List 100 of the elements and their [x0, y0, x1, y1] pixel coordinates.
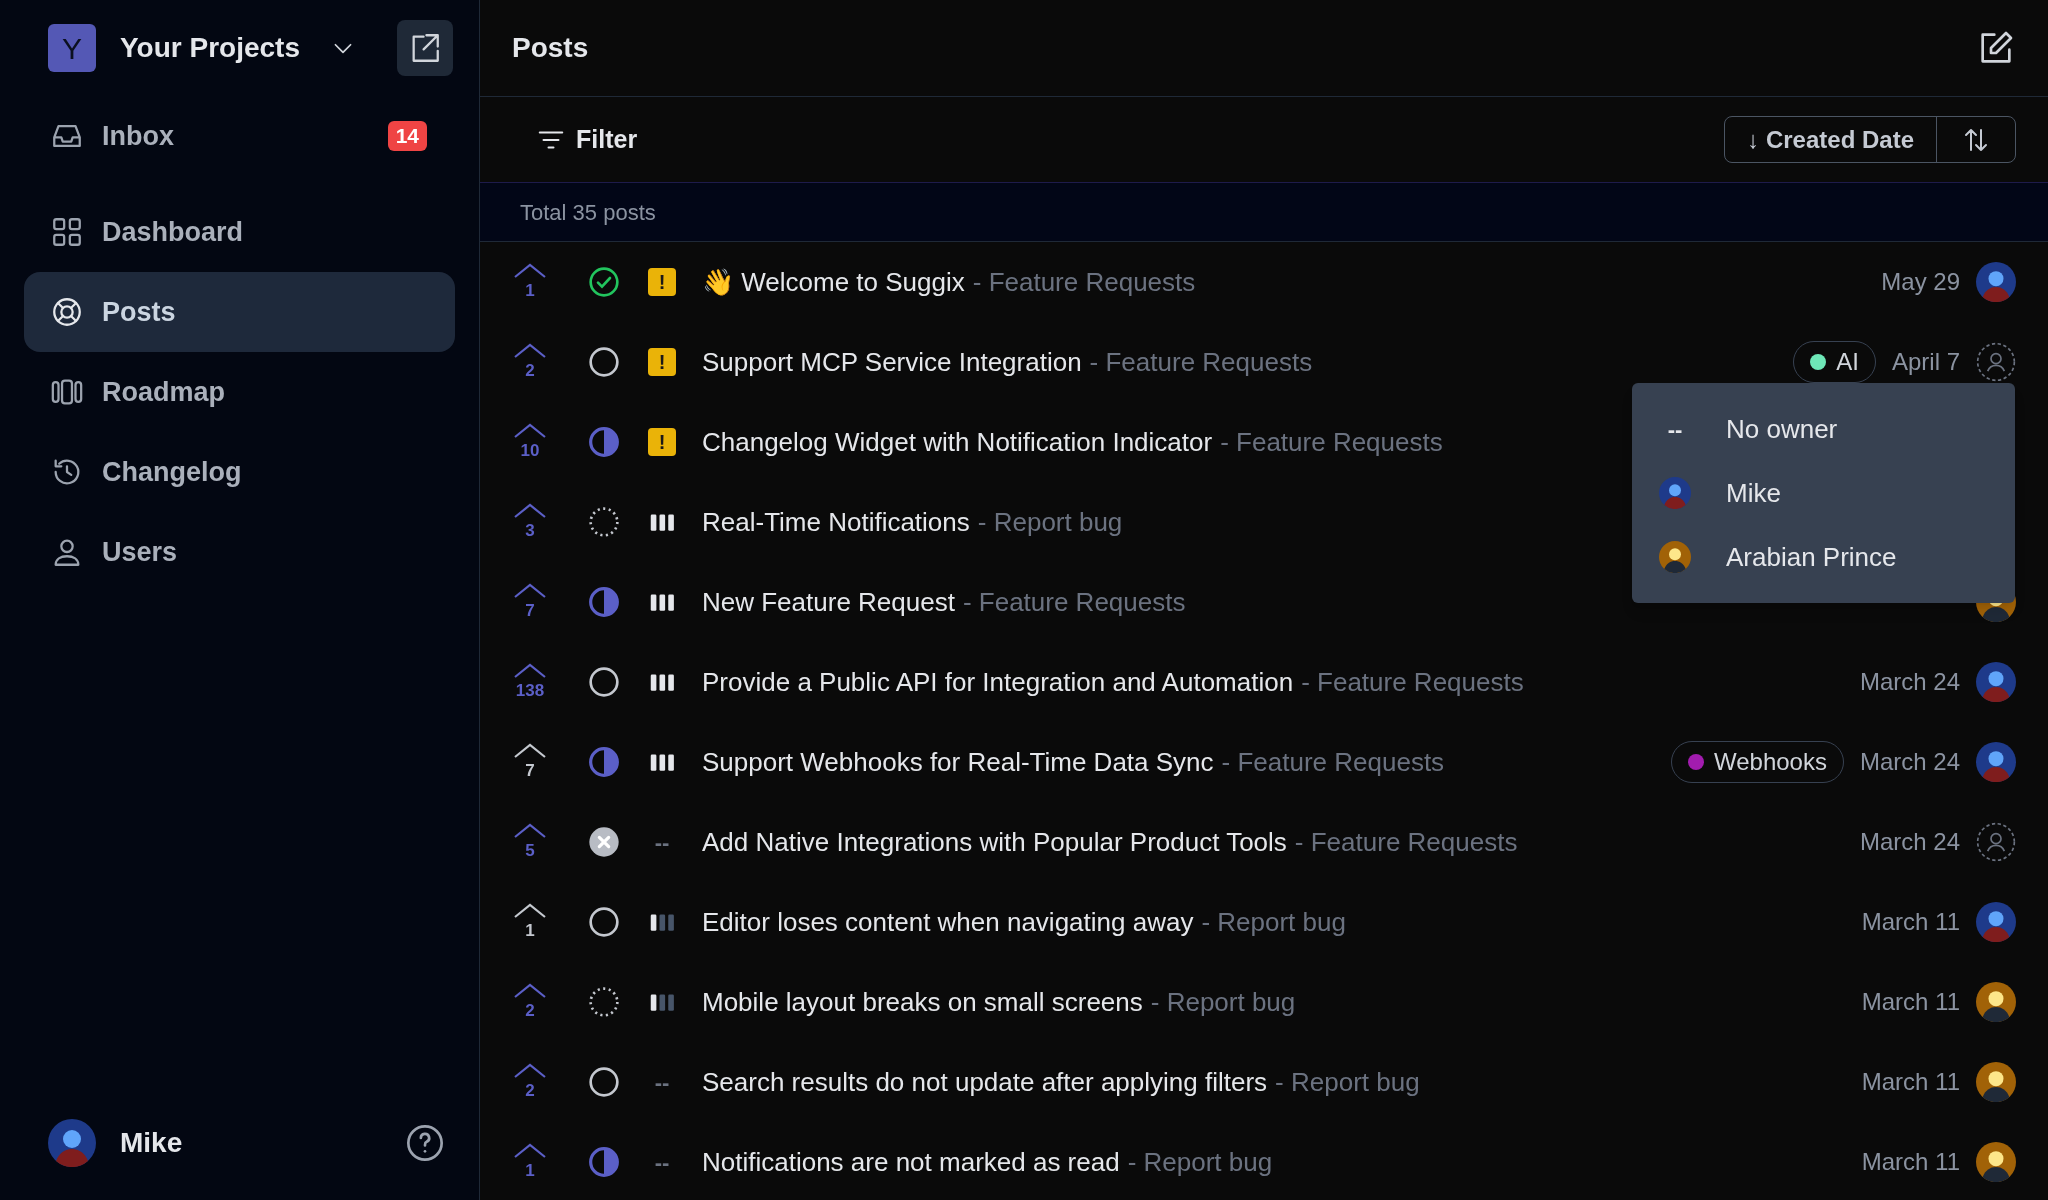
urgent-priority[interactable]: !: [648, 348, 676, 376]
post-category: - Report bug: [1127, 1145, 1273, 1179]
no-priority[interactable]: --: [654, 1145, 670, 1179]
post-title[interactable]: Add Native Integrations with Popular Product Tools: [702, 822, 1287, 862]
caret-up-icon: [513, 902, 547, 920]
upvote-button[interactable]: 1: [504, 902, 556, 942]
open-external-button[interactable]: [397, 20, 453, 76]
avatar-icon: [1976, 742, 2016, 782]
post-title[interactable]: Provide a Public API for Integration and Automation: [702, 662, 1294, 702]
post-date: March 11: [1861, 1067, 1960, 1097]
sidebar-item[interactable]: Users: [24, 512, 455, 592]
avatar-icon: [1659, 477, 1691, 509]
post-date: May 29: [1881, 267, 1960, 297]
todo-status-icon[interactable]: [588, 346, 620, 378]
dotted-circle-status-icon[interactable]: [588, 986, 620, 1018]
caret-up-icon: [513, 582, 547, 600]
post-title[interactable]: Real-Time Notifications: [702, 502, 970, 542]
avatar-icon: [48, 1118, 96, 1167]
half-circle-status-icon[interactable]: [588, 426, 620, 458]
upvote-button[interactable]: 2: [504, 342, 556, 382]
sidebar-item[interactable]: Changelog: [24, 432, 455, 512]
avatar-icon: [1659, 541, 1691, 573]
project-switcher[interactable]: Your Projects: [120, 27, 356, 69]
upvote-button[interactable]: 3: [504, 502, 556, 542]
upvote-button[interactable]: 1: [504, 1142, 556, 1182]
no-priority[interactable]: --: [654, 825, 670, 859]
upvote-button[interactable]: 7: [504, 582, 556, 622]
unassigned-owner-icon[interactable]: [1976, 342, 2016, 382]
no-owner-mark: --: [1667, 415, 1683, 444]
grid-icon: [50, 215, 84, 249]
avatar-icon: [1976, 982, 2016, 1022]
project-logo: Y: [48, 24, 96, 72]
todo-status-icon[interactable]: [588, 906, 620, 938]
caret-up-icon: [513, 422, 547, 440]
sidebar-item[interactable]: Posts: [24, 272, 455, 352]
post-title[interactable]: Mobile layout breaks on small screens: [702, 982, 1143, 1022]
caret-up-icon: [513, 1142, 547, 1160]
post-date: April 7: [1891, 347, 1960, 377]
upvote-button[interactable]: 138: [504, 662, 556, 702]
caret-up-icon: [513, 1062, 547, 1080]
caret-up-icon: [513, 982, 547, 1000]
post-date: March 24: [1859, 667, 1960, 697]
caret-up-icon: [513, 262, 547, 280]
upvote-button[interactable]: 2: [504, 982, 556, 1022]
post-category: - Feature Requests: [1294, 825, 1518, 859]
post-category: - Report bug: [1150, 985, 1296, 1019]
dotted-circle-status-icon[interactable]: [588, 506, 620, 538]
post-title[interactable]: Search results do not update after applying filters: [702, 1062, 1268, 1102]
upvote-button[interactable]: 5: [504, 822, 556, 862]
upvote-button[interactable]: 10: [504, 422, 556, 462]
avatar-icon: [1976, 1062, 2016, 1102]
post-date: March 24: [1859, 827, 1960, 857]
post-title[interactable]: Notifications are not marked as read: [702, 1142, 1120, 1182]
help-button[interactable]: [405, 1122, 445, 1163]
half-circle-status-icon[interactable]: [588, 586, 620, 618]
lifebuoy-icon: [50, 295, 84, 329]
done-status-icon[interactable]: [588, 266, 620, 298]
caret-up-icon: [513, 342, 547, 360]
owner-option[interactable]: Arabian Prince: [1632, 525, 2015, 589]
half-circle-status-icon[interactable]: [588, 1146, 620, 1178]
avatar-icon: [1976, 662, 2016, 702]
post-title[interactable]: Support Webhooks for Real-Time Data Sync: [702, 742, 1214, 782]
post-category: - Report bug: [1275, 1065, 1420, 1099]
post-title[interactable]: Editor loses content when navigating away: [702, 902, 1194, 942]
post-category: - Report bug: [1201, 905, 1346, 939]
post-date: March 24: [1859, 747, 1960, 777]
post-category: - Feature Requests: [1301, 665, 1524, 699]
post-category: - Feature Requests: [962, 585, 1186, 619]
urgent-priority[interactable]: !: [648, 268, 676, 296]
filter-button[interactable]: Filter: [536, 120, 638, 159]
post-title[interactable]: Support MCP Service Integration: [702, 342, 1082, 382]
todo-status-icon[interactable]: [588, 666, 620, 698]
caret-up-icon: [513, 822, 547, 840]
sidebar-item[interactable]: Dashboard: [24, 192, 455, 272]
cancelled-status-icon[interactable]: [588, 826, 620, 858]
upvote-button[interactable]: 2: [504, 1062, 556, 1102]
post-title[interactable]: 👋 Welcome to Suggix: [702, 262, 965, 302]
avatar-icon: [1976, 1142, 2016, 1182]
half-circle-status-icon[interactable]: [588, 746, 620, 778]
avatar-icon: [1976, 262, 2016, 302]
caret-up-icon: [513, 742, 547, 760]
no-priority[interactable]: --: [654, 1065, 670, 1099]
post-category: - Feature Requests: [1221, 745, 1445, 779]
post-count: Total 35 posts: [520, 198, 656, 227]
sidebar-item[interactable]: Roadmap: [24, 352, 455, 432]
upvote-button[interactable]: 1: [504, 262, 556, 302]
post-category: - Feature Requests: [1089, 345, 1313, 379]
upvote-button[interactable]: 7: [504, 742, 556, 782]
unassigned-owner-icon[interactable]: [1976, 822, 2016, 862]
todo-status-icon[interactable]: [588, 1066, 620, 1098]
page-title: Posts: [512, 31, 589, 65]
owner-option[interactable]: Mike: [1632, 461, 2015, 525]
owner-option[interactable]: -- No owner: [1632, 397, 2015, 461]
post-title[interactable]: New Feature Request: [702, 582, 955, 622]
urgent-priority[interactable]: !: [648, 428, 676, 456]
post-date: March 11: [1861, 907, 1960, 937]
user-name[interactable]: Mike: [120, 1121, 183, 1164]
sidebar-item[interactable]: Inbox 14: [24, 96, 455, 176]
post-title[interactable]: Changelog Widget with Notification Indicator: [702, 422, 1213, 462]
unread-badge: 14: [387, 121, 427, 151]
